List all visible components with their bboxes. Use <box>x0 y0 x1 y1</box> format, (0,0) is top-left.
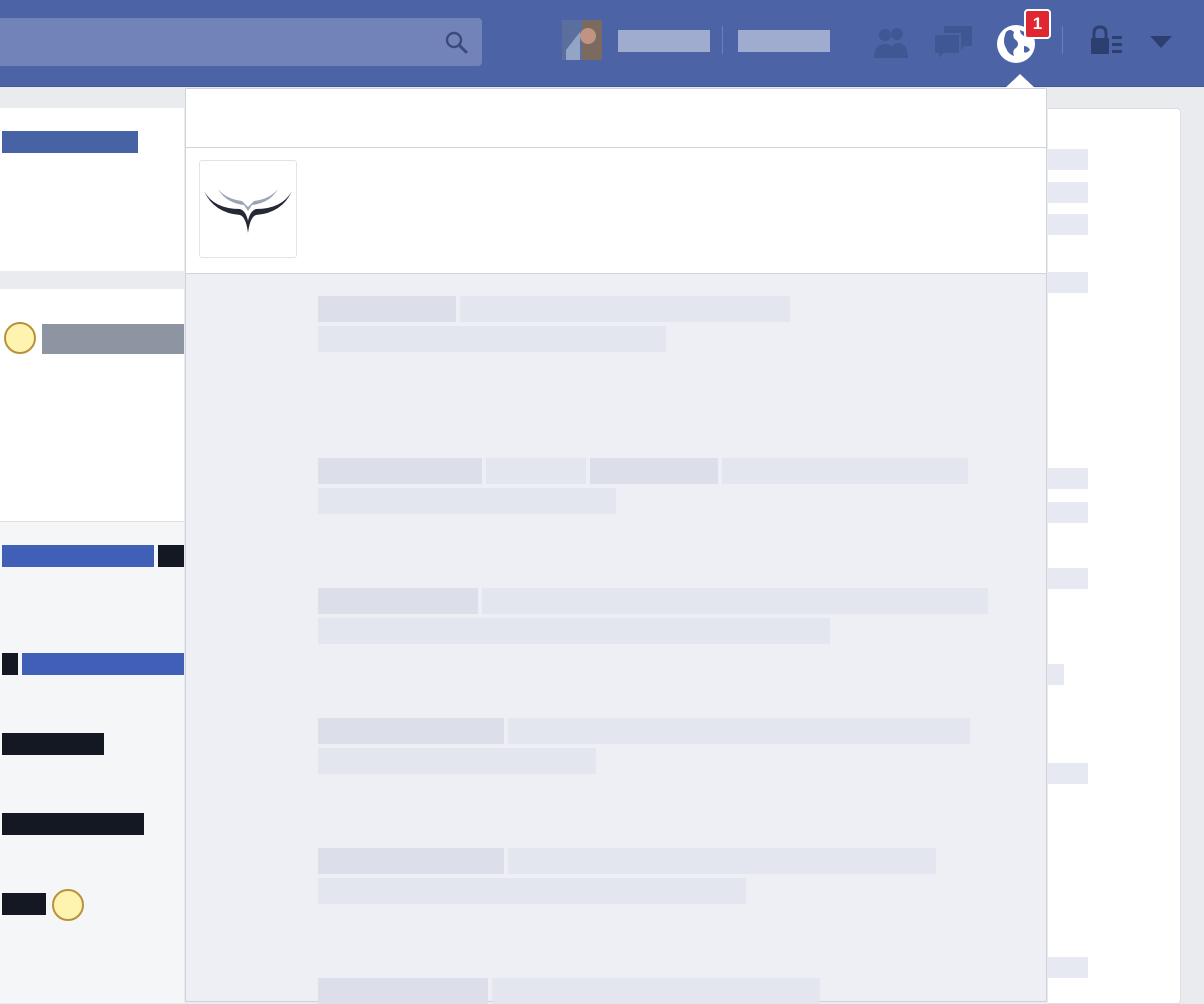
section-divider <box>0 271 184 289</box>
left-column <box>0 108 184 1003</box>
ghost-line <box>1048 502 1088 523</box>
ghost-line <box>1048 214 1088 235</box>
skeleton-line <box>318 978 488 1004</box>
notifications-flyout <box>185 88 1047 1004</box>
text-placeholder <box>2 893 46 915</box>
comments-section <box>0 521 184 1003</box>
ghost-line <box>1048 763 1088 784</box>
text-placeholder <box>2 733 104 755</box>
profile-avatar[interactable] <box>562 20 602 60</box>
skeleton-line <box>318 458 482 484</box>
right-column <box>1048 108 1181 1004</box>
text-placeholder <box>2 653 18 675</box>
text-placeholder <box>2 813 144 835</box>
name-placeholder <box>42 324 184 354</box>
text-placeholder <box>158 545 184 567</box>
skeleton-line <box>482 588 988 614</box>
skeleton-line <box>492 978 820 1004</box>
ghost-line <box>1048 468 1088 489</box>
left-link-placeholder[interactable] <box>2 131 138 153</box>
ghost-line <box>1048 957 1088 978</box>
app-logo <box>199 160 297 258</box>
skeleton-line <box>318 618 830 644</box>
skeleton-line <box>486 458 586 484</box>
link-placeholder[interactable] <box>2 545 154 567</box>
ghost-line <box>1048 664 1064 685</box>
skeleton-line <box>508 718 970 744</box>
link-placeholder[interactable] <box>22 653 184 675</box>
skeleton-line <box>318 748 596 774</box>
search-input[interactable] <box>0 18 482 66</box>
ghost-line <box>1048 272 1088 293</box>
home-link[interactable] <box>738 30 830 52</box>
lock-menu-icon[interactable] <box>1086 24 1126 60</box>
ghost-line <box>1048 568 1088 589</box>
skeleton-line <box>318 718 504 744</box>
search-icon[interactable] <box>444 30 468 54</box>
skeleton-line <box>460 296 790 322</box>
ghost-line <box>1048 182 1088 203</box>
skeleton-line <box>318 296 456 322</box>
skeleton-line <box>318 848 504 874</box>
divider <box>1062 26 1063 54</box>
messages-icon[interactable] <box>930 22 974 62</box>
caret-down-icon[interactable] <box>1148 34 1174 50</box>
skeleton-line <box>722 458 968 484</box>
flyout-app-row[interactable] <box>186 148 1046 274</box>
flyout-arrow <box>1004 74 1036 89</box>
skeleton-line <box>318 326 666 352</box>
notification-count-badge: 1 <box>1024 9 1051 39</box>
flyout-header <box>186 89 1046 148</box>
skeleton-line <box>590 458 718 484</box>
profile-name-link[interactable] <box>618 30 710 52</box>
skeleton-line <box>508 848 936 874</box>
skeleton-line <box>318 588 478 614</box>
avatar <box>52 889 84 921</box>
skeleton-line <box>318 488 616 514</box>
divider <box>722 26 723 54</box>
ghost-line <box>1048 149 1088 170</box>
friends-icon[interactable] <box>868 22 912 62</box>
avatar <box>4 322 36 354</box>
skeleton-line <box>318 878 746 904</box>
